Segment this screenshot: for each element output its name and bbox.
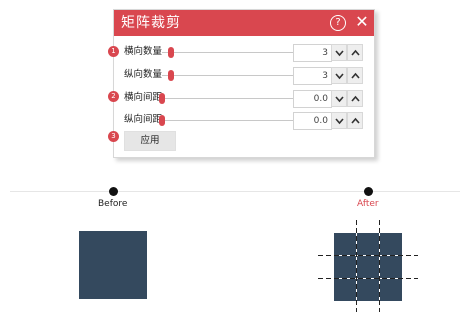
- vertical-spacing-slider[interactable]: [159, 115, 294, 126]
- grid-tile: [357, 279, 379, 301]
- vertical-count-slider-thumb[interactable]: [168, 70, 174, 81]
- row-vertical-count: 纵向数量 3: [114, 65, 374, 85]
- row-vertical-spacing: 纵向间距 0.0: [114, 110, 374, 130]
- dialog-title: 矩阵裁剪: [121, 15, 181, 31]
- grid-tile: [380, 256, 402, 278]
- horizontal-count-increment-button[interactable]: [347, 44, 363, 61]
- chevron-up-icon: [351, 95, 360, 102]
- horizontal-spacing-label: 横向间距: [124, 92, 163, 103]
- before-label: Before: [98, 199, 128, 209]
- timeline-line: [10, 191, 460, 192]
- vertical-count-input[interactable]: 3: [293, 67, 332, 85]
- vertical-count-slider[interactable]: [162, 70, 294, 81]
- horizontal-spacing-input[interactable]: 0.0: [293, 90, 332, 108]
- horizontal-spacing-increment-button[interactable]: [347, 90, 363, 107]
- grid-tile: [380, 233, 402, 255]
- horizontal-count-decrement-button[interactable]: [331, 44, 347, 61]
- close-icon[interactable]: ✕: [354, 12, 370, 32]
- after-grid-tiles: [334, 233, 402, 301]
- horizontal-count-input[interactable]: 3: [293, 44, 332, 62]
- matrix-crop-dialog: 矩阵裁剪 ? ✕ 横向数量 3 纵向数量 3 横向间距 0.0 纵向间距 0.0…: [113, 9, 375, 158]
- chevron-down-icon: [335, 96, 344, 103]
- vertical-spacing-increment-button[interactable]: [347, 112, 363, 129]
- horizontal-count-slider-thumb[interactable]: [168, 47, 174, 58]
- help-icon[interactable]: ?: [330, 15, 346, 31]
- grid-tile: [334, 233, 356, 255]
- horizontal-count-label: 横向数量: [124, 46, 163, 57]
- horizontal-spacing-decrement-button[interactable]: [331, 90, 347, 107]
- chevron-up-icon: [351, 72, 360, 79]
- chevron-down-icon: [335, 118, 344, 125]
- horizontal-spacing-slider-thumb[interactable]: [159, 93, 165, 104]
- grid-tile: [357, 233, 379, 255]
- step-badge-1: 1: [108, 46, 119, 57]
- step-badge-3: 3: [108, 131, 119, 142]
- after-dot: [364, 187, 373, 196]
- horizontal-count-slider[interactable]: [162, 47, 294, 58]
- vertical-count-decrement-button[interactable]: [331, 67, 347, 84]
- row-horizontal-count: 横向数量 3: [114, 42, 374, 62]
- vertical-spacing-slider-thumb[interactable]: [159, 115, 165, 126]
- horizontal-spacing-slider[interactable]: [159, 93, 294, 104]
- grid-tile: [334, 256, 356, 278]
- chevron-down-icon: [335, 50, 344, 57]
- vertical-spacing-label: 纵向间距: [124, 114, 163, 125]
- before-square: [79, 231, 147, 299]
- grid-tile: [357, 256, 379, 278]
- dialog-titlebar: 矩阵裁剪 ? ✕: [114, 10, 374, 36]
- chevron-up-icon: [351, 49, 360, 56]
- before-dot: [109, 187, 118, 196]
- vertical-count-label: 纵向数量: [124, 69, 163, 80]
- vertical-spacing-input[interactable]: 0.0: [293, 112, 332, 130]
- vertical-count-increment-button[interactable]: [347, 67, 363, 84]
- chevron-down-icon: [335, 73, 344, 80]
- vertical-spacing-decrement-button[interactable]: [331, 112, 347, 129]
- grid-tile: [380, 279, 402, 301]
- step-badge-2: 2: [108, 91, 119, 102]
- after-grid: [318, 220, 418, 312]
- chevron-up-icon: [351, 117, 360, 124]
- apply-button[interactable]: 应用: [124, 131, 176, 151]
- grid-tile: [334, 279, 356, 301]
- after-label: After: [357, 199, 379, 209]
- row-horizontal-spacing: 横向间距 0.0: [114, 88, 374, 108]
